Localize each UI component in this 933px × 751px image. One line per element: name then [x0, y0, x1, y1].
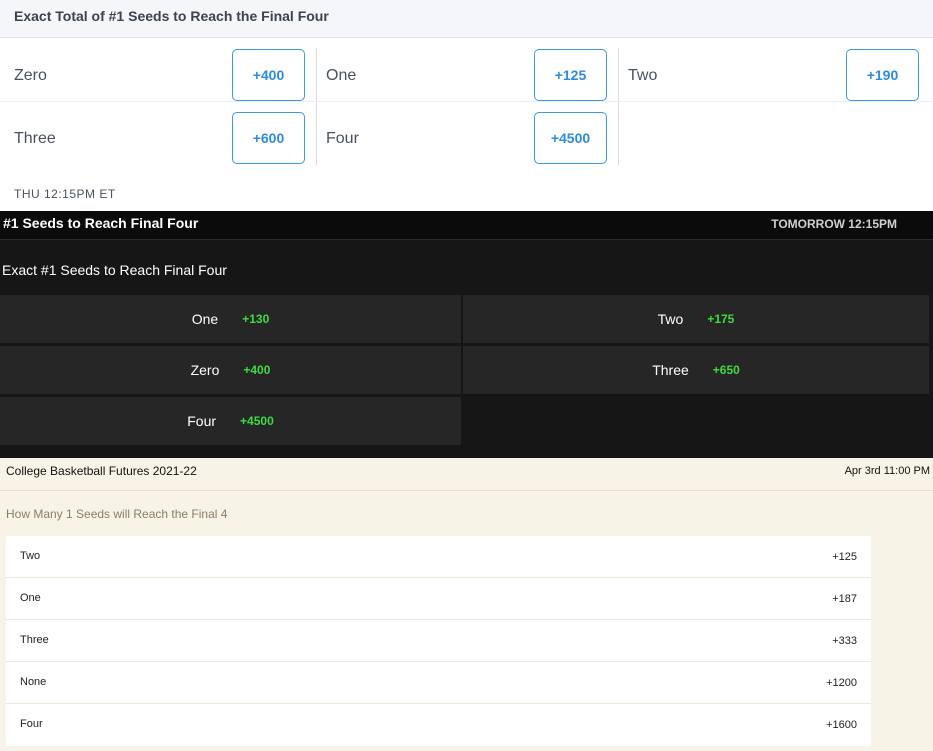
outcome-label: One	[20, 592, 41, 604]
sportsbook-panel-light: Exact Total of #1 Seeds to Reach the Fin…	[0, 0, 933, 211]
odds-value: +400	[243, 363, 271, 377]
outcome-four: Four +4500	[316, 108, 618, 171]
outcome-label: Zero	[190, 362, 220, 378]
market-header: College Basketball Futures 2021-22 Apr 3…	[0, 458, 933, 491]
list-item[interactable]: Two +125	[6, 536, 871, 578]
odds-button[interactable]: +190	[846, 49, 919, 101]
market-subtitle: Exact #1 Seeds to Reach Final Four	[2, 262, 227, 278]
odds-button[interactable]: +400	[232, 49, 305, 101]
outcome-label: Three	[20, 634, 49, 646]
outcome-three[interactable]: Three +650	[463, 346, 929, 394]
list-item[interactable]: None +1200	[6, 662, 871, 704]
odds-value: +1200	[826, 677, 857, 689]
outcome-zero: Zero +400	[0, 45, 316, 108]
market-title: Exact Total of #1 Seeds to Reach the Fin…	[14, 8, 329, 24]
sportsbook-panel-dark: #1 Seeds to Reach Final Four TOMORROW 12…	[0, 211, 933, 458]
outcome-two: Two +190	[618, 45, 933, 108]
outcome-list: Two +125 One +187 Three +333 None +1200 …	[6, 536, 871, 746]
outcome-label: Two	[657, 311, 684, 327]
odds-value: +130	[242, 312, 270, 326]
outcome-three: Three +600	[0, 108, 316, 171]
outcome-label: Four	[326, 130, 359, 147]
odds-button[interactable]: +125	[534, 49, 607, 101]
odds-value: +1600	[826, 719, 857, 731]
market-title: College Basketball Futures 2021-22	[6, 464, 197, 478]
market-header: #1 Seeds to Reach Final Four TOMORROW 12…	[0, 211, 933, 240]
odds-button[interactable]: +600	[232, 112, 305, 164]
outcome-label: One	[326, 67, 357, 84]
market-title: #1 Seeds to Reach Final Four	[3, 215, 199, 231]
list-item[interactable]: Three +333	[6, 620, 871, 662]
outcome-four[interactable]: Four +4500	[0, 397, 461, 445]
event-time: Apr 3rd 11:00 PM	[844, 465, 930, 477]
outcome-label: Three	[652, 362, 689, 378]
odds-button[interactable]: +4500	[534, 112, 607, 164]
outcome-label: One	[191, 311, 219, 327]
outcome-label: Zero	[14, 67, 47, 84]
odds-value: +125	[832, 551, 857, 563]
outcome-zero[interactable]: Zero +400	[0, 346, 461, 394]
outcome-label: None	[20, 676, 47, 688]
odds-value: +187	[832, 593, 857, 605]
outcome-label: Three	[14, 130, 56, 147]
list-item[interactable]: One +187	[6, 578, 871, 620]
market-header: Exact Total of #1 Seeds to Reach the Fin…	[0, 0, 933, 38]
outcome-label: Two	[20, 550, 41, 562]
sportsbook-panel-cream: College Basketball Futures 2021-22 Apr 3…	[0, 458, 933, 751]
odds-value: +333	[832, 635, 857, 647]
outcome-one: One +125	[316, 45, 618, 108]
odds-value: +175	[707, 312, 735, 326]
outcome-label: Four	[20, 718, 43, 730]
outcome-label: Two	[628, 67, 658, 84]
outcome-one[interactable]: One +130	[0, 295, 461, 343]
event-time: TOMORROW 12:15PM	[771, 217, 897, 231]
event-time: THU 12:15PM ET	[14, 187, 116, 201]
list-item[interactable]: Four +1600	[6, 704, 871, 746]
market-question: How Many 1 Seeds will Reach the Final 4	[6, 507, 228, 521]
odds-value: +650	[712, 363, 740, 377]
odds-value: +4500	[240, 414, 274, 428]
outcome-label: Four	[187, 413, 217, 429]
outcome-two[interactable]: Two +175	[463, 295, 929, 343]
